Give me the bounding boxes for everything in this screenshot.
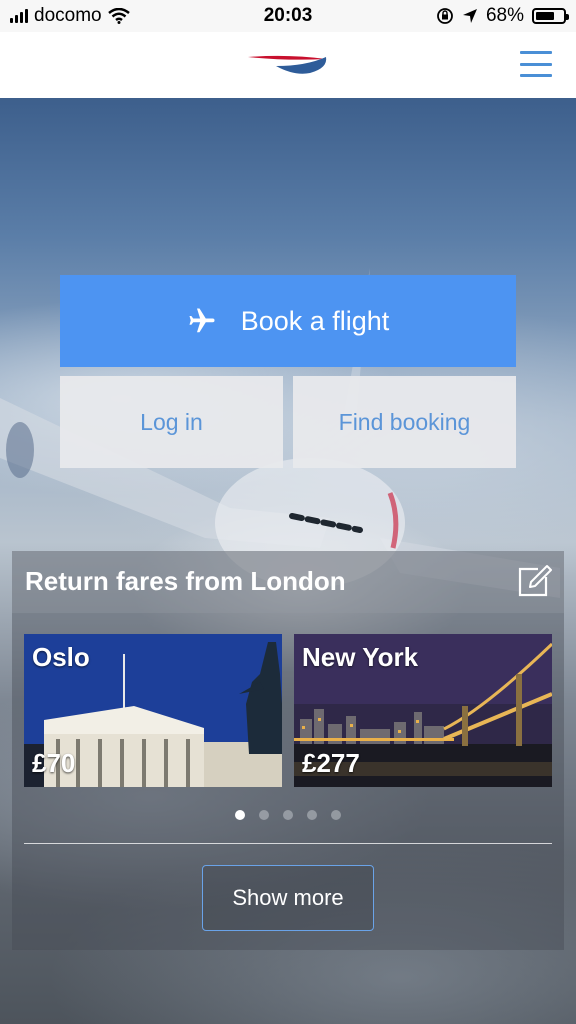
fare-price: £70 xyxy=(32,748,76,778)
orientation-lock-icon xyxy=(437,8,453,24)
status-right: 68% xyxy=(436,5,569,27)
fares-header: Return fares from London xyxy=(12,551,564,613)
hamburger-menu-icon[interactable] xyxy=(520,51,552,77)
battery-level xyxy=(536,12,554,20)
log-in-label: Log in xyxy=(140,408,203,435)
divider xyxy=(24,843,552,844)
battery-icon xyxy=(532,8,569,24)
fare-card-oslo[interactable]: Oslo £70 xyxy=(24,634,282,787)
fare-city: Oslo xyxy=(32,642,90,672)
log-in-button[interactable]: Log in xyxy=(60,376,283,468)
find-booking-button[interactable]: Find booking xyxy=(293,376,516,468)
show-more-label: Show more xyxy=(232,885,344,910)
pager-dot[interactable] xyxy=(259,810,269,820)
fare-city: New York xyxy=(302,642,419,672)
pager-dot[interactable] xyxy=(307,810,317,820)
find-booking-label: Find booking xyxy=(338,408,471,435)
book-flight-label: Book a flight xyxy=(240,305,390,336)
pager-dot[interactable] xyxy=(331,810,341,820)
fares-title: Return fares from London xyxy=(25,566,346,596)
airplane-icon xyxy=(189,308,215,333)
book-flight-button[interactable]: Book a flight xyxy=(60,275,516,367)
pager-dot[interactable] xyxy=(283,810,293,820)
status-bar: docomo 20:03 68% xyxy=(0,0,576,32)
edit-icon[interactable] xyxy=(516,563,552,599)
location-arrow-icon xyxy=(462,9,477,23)
fare-price: £277 xyxy=(302,748,360,778)
british-airways-logo[interactable] xyxy=(248,52,328,76)
fare-card-new-york[interactable]: New York £277 xyxy=(294,634,552,787)
carousel-pager xyxy=(12,810,564,820)
show-more-button[interactable]: Show more xyxy=(202,865,374,931)
pager-dot[interactable] xyxy=(235,810,245,820)
fares-panel: Return fares from London Oslo £70 New Yo… xyxy=(12,551,564,950)
battery-percent: 68% xyxy=(485,5,524,26)
app-header xyxy=(0,32,576,99)
